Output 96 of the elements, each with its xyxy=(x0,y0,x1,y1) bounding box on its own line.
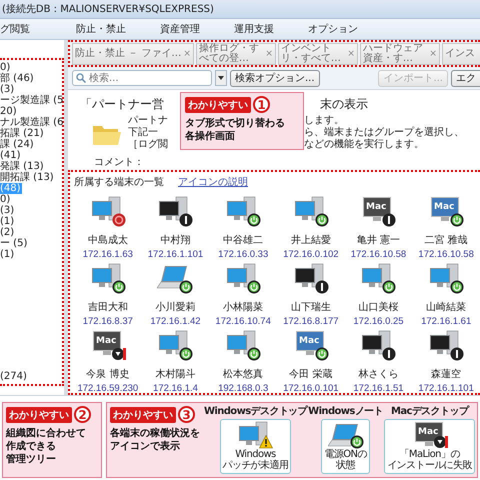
ip-address: 172.16.0.102 xyxy=(283,249,339,260)
menu-item[interactable]: 運用支援 xyxy=(234,22,274,36)
device-name: 松本悠真 xyxy=(223,368,264,381)
callout-number: 3 xyxy=(178,406,195,423)
device-name: 今田 栄蔵 xyxy=(289,368,332,381)
device-name: 小川愛莉 xyxy=(155,300,196,314)
tree-item[interactable]: ージ製造課 (5 xyxy=(0,95,64,106)
tab[interactable]: 防止・禁止 － ファイ… × xyxy=(72,43,194,65)
tree-item[interactable]: 課 (24) xyxy=(0,139,35,150)
tab[interactable]: インス xyxy=(442,43,480,65)
search-field[interactable]: 検索... xyxy=(72,70,212,86)
device-name: 山口美桜 xyxy=(358,300,398,314)
ip-address: 172.16.1.101 xyxy=(148,249,204,260)
device-name: 今泉 博史 xyxy=(86,368,130,381)
legend-caption: 「MaLion」の インストールに失敗 xyxy=(387,449,472,471)
tree-item[interactable]: (2) xyxy=(0,227,16,238)
group-heading: 「パートナー営 xyxy=(80,96,165,113)
export-button[interactable]: エク xyxy=(451,70,480,86)
tree-item[interactable]: 20) xyxy=(0,106,18,117)
device-name: 小林陽菜 xyxy=(223,300,264,314)
device-name: 森蓮空 xyxy=(431,368,462,381)
comment-label: コメント： xyxy=(94,156,144,169)
group-heading: 末の表示 xyxy=(320,96,368,113)
ip-address: 172.16.0.25 xyxy=(353,316,404,327)
ip-address: 172.16.1.63 xyxy=(82,249,133,260)
device-name: 山崎結菜 xyxy=(426,300,466,314)
tree-item[interactable]: 開拓課 (13) xyxy=(0,172,55,183)
description-text: 下記一 xyxy=(128,127,158,138)
callout-tag: わかりやすい xyxy=(110,406,176,422)
tree-item[interactable]: (3) xyxy=(0,205,16,216)
tree-item[interactable]: (3) xyxy=(0,84,16,95)
icon-help-link[interactable]: アイコンの説明 xyxy=(178,175,248,189)
ip-address: 172.16.1.42 xyxy=(150,316,201,327)
tree-item[interactable]: 拓課 (21) xyxy=(0,128,45,139)
ip-address: 172.16.8.37 xyxy=(82,316,133,327)
device-name: 中村翔 xyxy=(160,234,190,247)
legend-caption: Windows パッチが未適用 xyxy=(222,449,288,471)
mac-label: Mac xyxy=(418,427,438,437)
legend-title: Windowsノート xyxy=(308,406,383,417)
mac-label: Mac xyxy=(366,202,387,212)
tree-item[interactable]: 部 (46) xyxy=(0,73,35,84)
tree-item[interactable]: ー (5) xyxy=(0,238,28,249)
tree-item[interactable]: ナル製造課 (6 xyxy=(0,117,64,128)
description-text: ら、端末またはグループを選択し、 xyxy=(304,127,464,138)
device-name: 亀井 憲一 xyxy=(356,234,400,247)
ip-address: 172.16.0.33 xyxy=(218,249,268,260)
callout-text: 組織図に合わせて 作成できる 管理ツリー xyxy=(6,427,87,466)
ip-address: 172.16.1.101 xyxy=(418,383,474,394)
ip-address: 172.16.59.230 xyxy=(77,383,138,394)
callout-number: 1 xyxy=(253,96,270,113)
callout-tag: わかりやすい xyxy=(6,406,72,422)
ip-address: 172.16.10.58 xyxy=(350,249,406,260)
device-name: 吉田大和 xyxy=(88,300,128,314)
legend-caption: 電源ONの 状態 xyxy=(324,449,367,471)
device-name: 中島成太 xyxy=(88,234,128,247)
ip-address: 172.16.10.58 xyxy=(418,249,474,260)
callout-tag: わかりやすい xyxy=(185,96,251,112)
menu-item[interactable]: 防止・禁止 xyxy=(76,22,126,36)
ip-address: 172.16.0.101 xyxy=(283,383,339,394)
description-text: ［ログ閲 xyxy=(128,139,168,150)
mac-label: Mac xyxy=(434,202,455,212)
device-name: 木村陽斗 xyxy=(155,368,196,381)
description-text: などの機能を実行します。 xyxy=(304,139,424,151)
description-text: します。 xyxy=(304,115,344,126)
legend-title: Windowsデスクトップ xyxy=(204,406,307,417)
menu-item[interactable]: オプション xyxy=(308,22,358,36)
ip-address: 192.168.0.3 xyxy=(218,383,268,394)
tree-item[interactable]: (1) xyxy=(0,249,16,260)
tree-item[interactable]: (41) xyxy=(0,150,22,161)
mac-label: Mac xyxy=(298,336,320,346)
menu-item[interactable]: グ閲覧 xyxy=(0,22,30,36)
list-title: 所属する端末の一覧 xyxy=(74,176,164,189)
window-title: (接続先DB : MALIONSERVER¥SQLEXPRESS) xyxy=(2,2,214,16)
device-name: 二宮 雅哉 xyxy=(424,234,468,247)
ip-address: 172.16.8.177 xyxy=(283,316,339,327)
callout-text: 各端末の稼働状況を アイコンで表示 xyxy=(110,427,201,453)
tree-item[interactable]: 0) xyxy=(0,62,12,73)
tree-item[interactable]: 0) xyxy=(0,194,12,205)
device-name: 山下瑞生 xyxy=(290,300,331,314)
menu-item[interactable]: 資産管理 xyxy=(160,22,200,36)
callout-text: タブ形式で切り替わる 各操作画面 xyxy=(185,117,286,143)
ip-address: 172.16.10.74 xyxy=(215,316,271,327)
tree-item[interactable]: (274) xyxy=(0,371,28,382)
callout-number: 2 xyxy=(74,406,91,423)
ip-address: 172.16.1.51 xyxy=(353,383,404,394)
tree-item[interactable]: (1) xyxy=(0,216,16,227)
ip-address: 172.16.1.61 xyxy=(421,316,472,327)
mac-label: Mac xyxy=(96,336,116,346)
tree-item[interactable]: 発課 (13) xyxy=(0,161,45,172)
description-text: パートナ xyxy=(128,115,168,126)
device-name: 井上結愛 xyxy=(290,234,331,247)
ip-address: 172.16.1.4 xyxy=(153,383,198,394)
legend-title: Macデスクトップ xyxy=(390,406,468,417)
device-name: 中谷雄二 xyxy=(223,234,264,247)
device-name: 林さくら xyxy=(358,368,398,381)
search-options-button[interactable]: 検索オプション... xyxy=(230,70,320,86)
